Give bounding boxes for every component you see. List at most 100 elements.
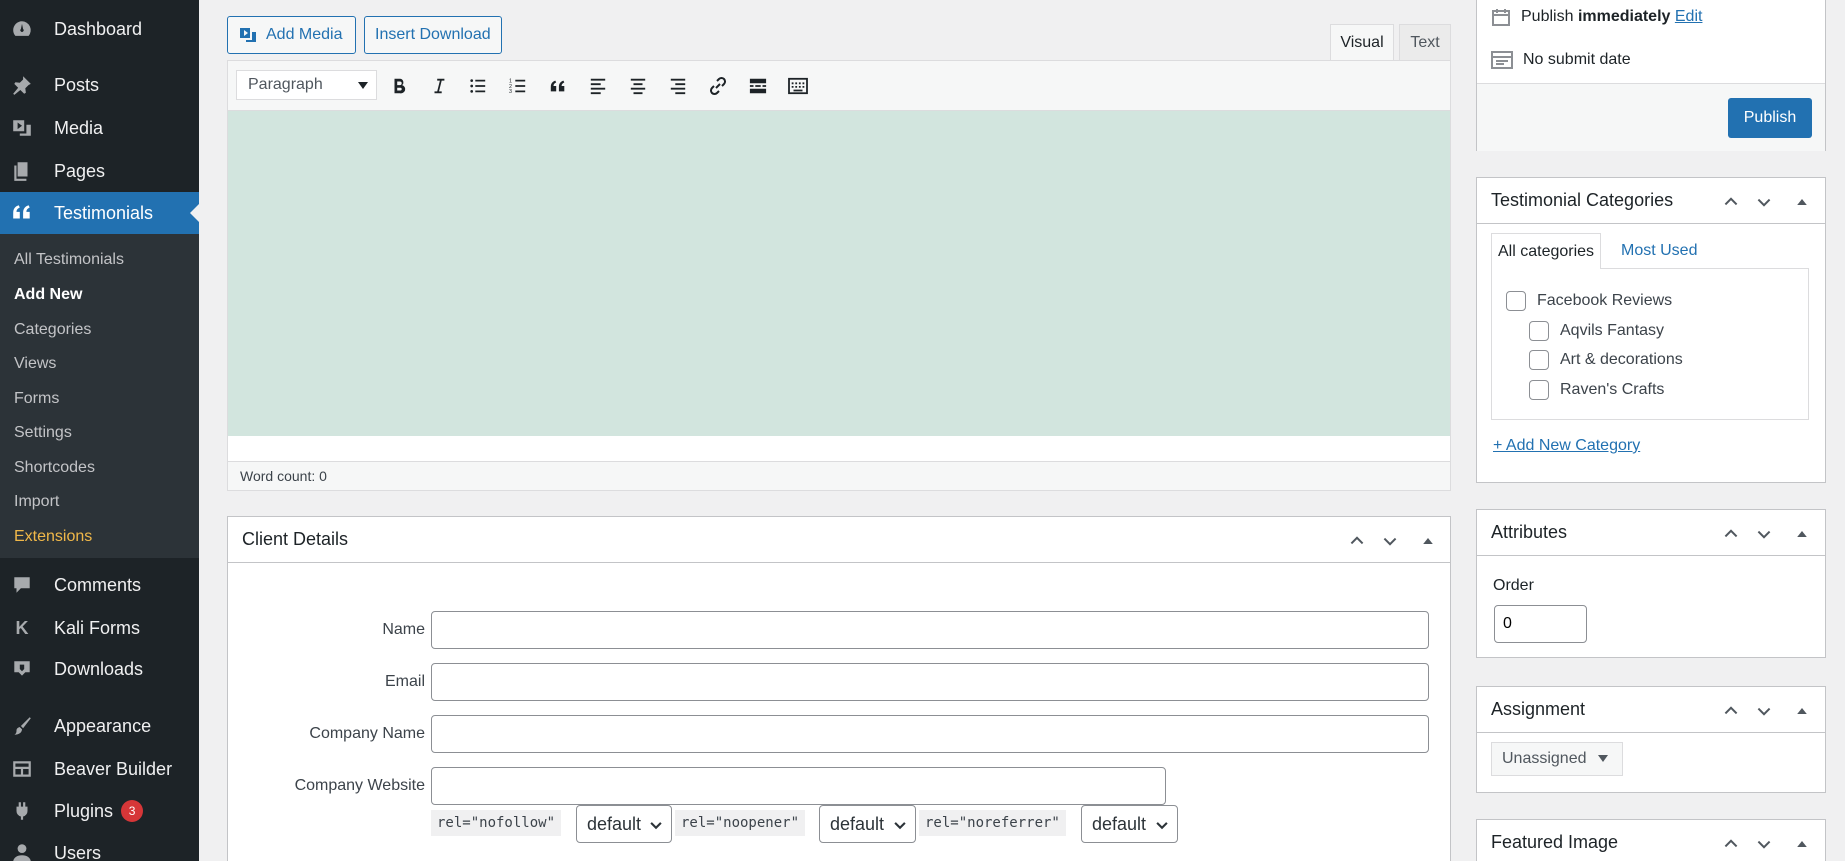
toggle-panel-icon[interactable] — [1792, 192, 1812, 212]
insert-download-button[interactable]: Insert Download — [364, 16, 502, 54]
link-icon[interactable] — [705, 73, 731, 99]
menu-label: Kali Forms — [54, 617, 141, 638]
menu-label: Dashboard — [54, 18, 143, 39]
add-media-button[interactable]: Add Media — [227, 16, 356, 54]
bullet-list-icon[interactable] — [465, 73, 491, 99]
tab-visual[interactable]: Visual — [1330, 24, 1394, 61]
assignment-select[interactable]: Unassigned — [1491, 742, 1623, 776]
editor-toolbar: Paragraph 123 — [228, 61, 1450, 111]
order-input[interactable] — [1494, 605, 1587, 643]
nofollow-select[interactable]: default — [576, 805, 672, 843]
bold-icon[interactable] — [386, 73, 412, 99]
align-left-icon[interactable] — [585, 73, 611, 99]
publish-button[interactable]: Publish — [1728, 98, 1812, 138]
submenu-add-new[interactable]: Add New — [14, 286, 82, 304]
menu-pages[interactable]: Pages — [0, 150, 199, 192]
chevron-down-icon[interactable] — [1754, 834, 1774, 854]
user-icon — [10, 841, 34, 861]
menu-comments[interactable]: Comments — [0, 564, 199, 606]
publish-box: Publish immediately Edit No submit date … — [1476, 0, 1826, 151]
category-checkbox[interactable] — [1529, 321, 1549, 341]
menu-plugins[interactable]: Plugins 3 — [0, 790, 199, 832]
align-right-icon[interactable] — [665, 73, 691, 99]
attributes-header: Attributes — [1477, 510, 1825, 556]
menu-downloads[interactable]: Downloads — [0, 648, 199, 690]
client-details-title: Client Details — [242, 529, 349, 549]
plugins-update-badge: 3 — [121, 800, 144, 822]
nofollow-select-value: default — [587, 813, 642, 834]
company-website-input[interactable] — [431, 767, 1166, 805]
menu-label: Media — [54, 117, 104, 138]
submenu-settings[interactable]: Settings — [14, 424, 72, 442]
menu-kali-forms[interactable]: K Kali Forms — [0, 607, 199, 649]
tab-text[interactable]: Text — [1399, 24, 1451, 60]
order-label: Order — [1493, 577, 1534, 594]
toggle-panel-icon[interactable] — [1792, 524, 1812, 544]
menu-appearance[interactable]: Appearance — [0, 705, 199, 747]
categories-list: Facebook Reviews Aqvils Fantasy Art & de… — [1491, 268, 1809, 420]
menu-beaver-builder[interactable]: Beaver Builder — [0, 748, 199, 790]
company-name-input[interactable] — [431, 715, 1429, 753]
name-label: Name — [382, 621, 425, 638]
calendar-icon — [1491, 7, 1511, 27]
submenu-all-testimonials[interactable]: All Testimonials — [14, 251, 124, 269]
read-more-icon[interactable] — [745, 73, 771, 99]
editor-content-area[interactable] — [228, 111, 1450, 436]
tab-all-categories[interactable]: All categories — [1491, 233, 1602, 269]
dashboard-icon — [10, 17, 34, 41]
noreferrer-select[interactable]: default — [1081, 805, 1178, 843]
chevron-up-icon[interactable] — [1721, 701, 1741, 721]
download-icon — [10, 657, 34, 681]
name-input[interactable] — [431, 611, 1429, 649]
edit-publish-link[interactable]: Edit — [1675, 8, 1703, 26]
menu-testimonials[interactable]: Testimonials — [0, 192, 199, 234]
email-input[interactable] — [431, 663, 1429, 701]
chevron-down-icon — [1155, 816, 1169, 837]
format-select[interactable]: Paragraph — [236, 70, 377, 100]
menu-posts[interactable]: Posts — [0, 64, 199, 106]
caret-down-icon — [358, 82, 368, 94]
noopener-select[interactable]: default — [819, 805, 916, 843]
menu-dashboard[interactable]: Dashboard — [0, 8, 199, 50]
numbered-list-icon[interactable]: 123 — [505, 73, 531, 99]
category-checkbox[interactable] — [1506, 291, 1526, 311]
menu-label: Comments — [54, 574, 142, 595]
toggle-panel-icon[interactable] — [1792, 834, 1812, 854]
submenu-categories[interactable]: Categories — [14, 321, 91, 339]
add-new-category-link[interactable]: + Add New Category — [1493, 437, 1640, 455]
chevron-down-icon[interactable] — [1754, 192, 1774, 212]
chevron-down-icon[interactable] — [1380, 531, 1400, 551]
italic-icon[interactable] — [426, 73, 452, 99]
rel-noopener-tag: rel="noopener" — [675, 810, 806, 836]
toolbar-toggle-icon[interactable] — [785, 73, 811, 99]
noopener-select-value: default — [830, 813, 885, 834]
submenu-shortcodes[interactable]: Shortcodes — [14, 459, 95, 477]
submenu-views[interactable]: Views — [14, 355, 56, 373]
blockquote-icon[interactable] — [545, 73, 571, 99]
chevron-up-icon[interactable] — [1347, 531, 1367, 551]
company-name-label: Company Name — [309, 725, 425, 742]
menu-users[interactable]: Users — [0, 832, 199, 861]
chevron-down-icon[interactable] — [1754, 701, 1774, 721]
submenu-extensions[interactable]: Extensions — [14, 528, 92, 546]
testimonials-submenu: All Testimonials Add New Categories View… — [0, 234, 199, 558]
submenu-forms[interactable]: Forms — [14, 390, 59, 408]
chevron-down-icon[interactable] — [1754, 524, 1774, 544]
publish-prefix: Publish — [1521, 8, 1574, 25]
chevron-up-icon[interactable] — [1721, 192, 1741, 212]
toggle-panel-icon[interactable] — [1418, 531, 1438, 551]
categories-header: Testimonial Categories — [1477, 178, 1825, 224]
toggle-panel-icon[interactable] — [1792, 701, 1812, 721]
no-submit-date: No submit date — [1523, 51, 1631, 68]
submenu-import[interactable]: Import — [14, 493, 59, 511]
add-media-label: Add Media — [266, 26, 343, 43]
category-checkbox[interactable] — [1529, 380, 1549, 400]
category-checkbox[interactable] — [1529, 350, 1549, 370]
tab-most-used[interactable]: Most Used — [1615, 233, 1703, 269]
menu-media[interactable]: Media — [0, 107, 199, 149]
chevron-down-icon — [893, 816, 907, 837]
chevron-up-icon[interactable] — [1721, 834, 1741, 854]
align-center-icon[interactable] — [625, 73, 651, 99]
chevron-up-icon[interactable] — [1721, 524, 1741, 544]
publish-when: immediately — [1577, 8, 1671, 25]
